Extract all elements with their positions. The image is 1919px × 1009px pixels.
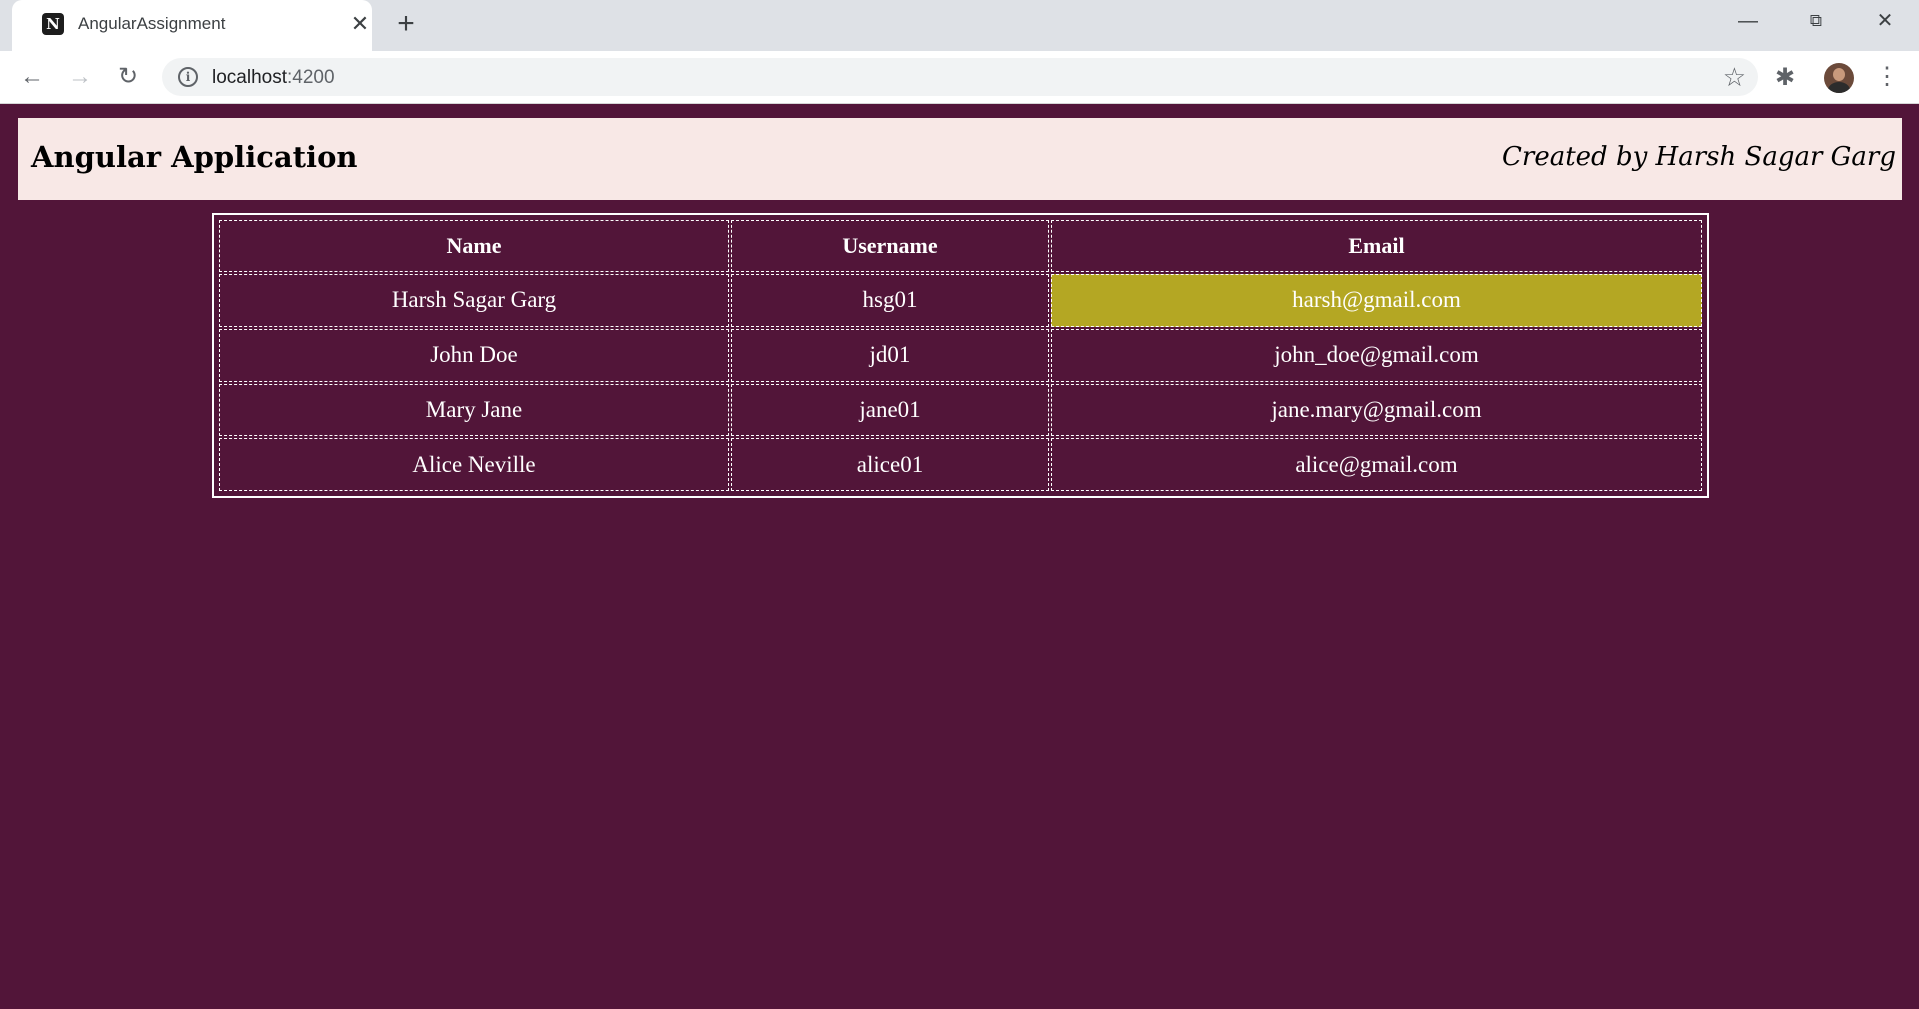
- tab-strip: N AngularAssignment ✕ + — ⧉ ✕: [0, 0, 1919, 51]
- table-row: Mary Jane jane01 jane.mary@gmail.com: [219, 383, 1702, 437]
- users-table: Name Username Email Harsh Sagar Garg hsg…: [217, 218, 1704, 493]
- cell-username: jane01: [731, 383, 1049, 437]
- cell-name: John Doe: [219, 328, 729, 382]
- bookmark-star-icon[interactable]: ☆: [1723, 62, 1746, 93]
- app-header: Angular Application Created by Harsh Sag…: [18, 118, 1902, 200]
- extensions-puzzle-icon[interactable]: ✱: [1775, 63, 1795, 92]
- cell-name: Harsh Sagar Garg: [219, 274, 729, 327]
- cell-email: jane.mary@gmail.com: [1051, 383, 1702, 437]
- browser-toolbar: ← → ↻ i localhost:4200 ☆ ✱ ⋮: [0, 51, 1919, 104]
- favicon-icon: N: [42, 13, 64, 35]
- forward-arrow-icon[interactable]: →: [63, 60, 97, 94]
- column-header-username: Username: [731, 220, 1049, 272]
- cell-email-highlighted: harsh@gmail.com: [1051, 274, 1702, 327]
- restore-icon[interactable]: ⧉: [1793, 6, 1839, 36]
- table-row: Harsh Sagar Garg hsg01 harsh@gmail.com: [219, 274, 1702, 327]
- close-tab-icon[interactable]: ✕: [346, 10, 374, 38]
- cell-username: alice01: [731, 438, 1049, 491]
- profile-avatar[interactable]: [1824, 63, 1854, 93]
- table-row: John Doe jd01 john_doe@gmail.com: [219, 328, 1702, 382]
- table-header-row: Name Username Email: [219, 220, 1702, 272]
- cell-email: john_doe@gmail.com: [1051, 328, 1702, 382]
- url-text: localhost:4200: [212, 67, 335, 89]
- address-bar[interactable]: i localhost:4200 ☆: [162, 58, 1758, 96]
- cell-name: Alice Neville: [219, 438, 729, 491]
- window-close-icon[interactable]: ✕: [1862, 6, 1908, 36]
- minimize-icon[interactable]: —: [1725, 6, 1771, 36]
- column-header-name: Name: [219, 220, 729, 272]
- new-tab-icon[interactable]: +: [390, 8, 422, 40]
- cell-username: hsg01: [731, 274, 1049, 327]
- cell-email: alice@gmail.com: [1051, 438, 1702, 491]
- table-row: Alice Neville alice01 alice@gmail.com: [219, 438, 1702, 491]
- tab-title: AngularAssignment: [78, 14, 226, 33]
- author-credit: Created by Harsh Sagar Garg: [1502, 142, 1896, 172]
- cell-name: Mary Jane: [219, 383, 729, 437]
- page-title: Angular Application: [31, 140, 358, 174]
- browser-tab[interactable]: N AngularAssignment ✕: [12, 0, 372, 51]
- reload-icon[interactable]: ↻: [111, 60, 145, 94]
- info-icon[interactable]: i: [178, 67, 198, 87]
- users-table-frame: Name Username Email Harsh Sagar Garg hsg…: [212, 213, 1709, 498]
- kebab-menu-icon[interactable]: ⋮: [1875, 60, 1899, 94]
- back-arrow-icon[interactable]: ←: [15, 60, 49, 94]
- url-port: :4200: [287, 67, 335, 88]
- url-host: localhost: [212, 67, 287, 88]
- column-header-email: Email: [1051, 220, 1702, 272]
- cell-username: jd01: [731, 328, 1049, 382]
